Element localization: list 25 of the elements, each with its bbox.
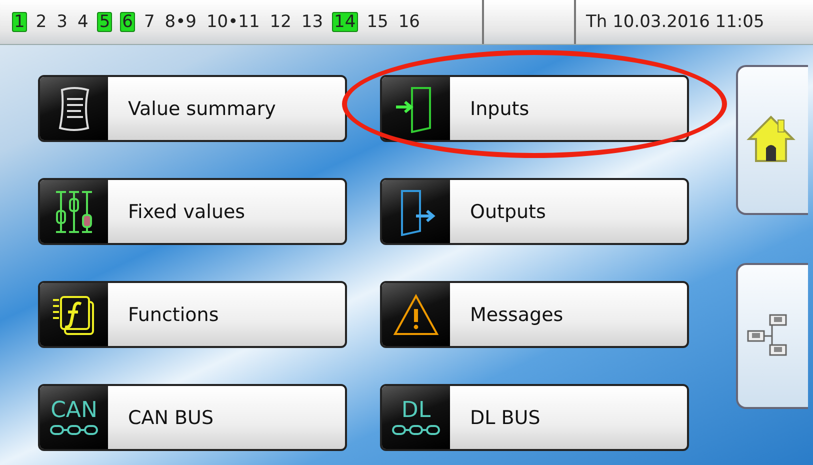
channel-indicator: 16 — [397, 13, 421, 31]
menu-button[interactable]: CAN CAN BUS — [38, 384, 347, 451]
menu-button[interactable]: Outputs — [380, 178, 689, 245]
channel-indicator: 10•11 — [205, 13, 261, 31]
channel-indicator: 4 — [76, 13, 90, 31]
menu-button[interactable]: DL DL BUS — [380, 384, 689, 451]
icon-label: CAN — [50, 400, 98, 422]
menu-button[interactable]: Inputs — [380, 75, 689, 142]
icon-label: DL — [401, 400, 431, 422]
channel-indicator: 6 — [120, 12, 135, 32]
channel-indicator: 8•9 — [164, 13, 198, 31]
channel-indicator: 2 — [34, 13, 48, 31]
channel-indicator: 1 — [12, 12, 27, 32]
channel-indicator: 15 — [366, 13, 390, 31]
channel-indicator: 13 — [300, 13, 324, 31]
channel-indicator: 5 — [97, 12, 112, 32]
date-time: Th 10.03.2016 11:05 — [585, 11, 764, 34]
channel-indicator: 3 — [56, 13, 68, 31]
menu-button[interactable]: Value summary — [38, 75, 347, 142]
channel-indicator: 7 — [142, 13, 156, 31]
channel-indicator: 14 — [332, 12, 358, 32]
menu-button[interactable]: Fixed values — [38, 178, 347, 245]
channel-indicator: 12 — [268, 13, 292, 31]
menu-button[interactable]: Functions — [38, 281, 347, 348]
menu-button[interactable]: Messages — [380, 281, 689, 348]
